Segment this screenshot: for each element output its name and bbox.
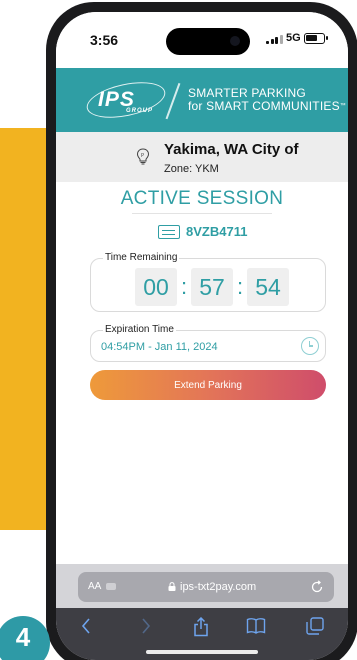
- expiration-time-label: Expiration Time: [103, 324, 176, 335]
- reload-icon[interactable]: [310, 580, 324, 594]
- bookmarks-icon[interactable]: [246, 617, 266, 635]
- location-bar: P Yakima, WA City of Zone: YKM: [56, 132, 348, 182]
- license-plate: 8VZB4711: [158, 224, 247, 239]
- brand-header: IPS GROUP SMARTER PARKING for SMART COMM…: [56, 68, 348, 132]
- extensions-icon[interactable]: [106, 583, 116, 590]
- svg-text:P: P: [141, 153, 144, 159]
- countdown-timer: 00 : 57 : 54: [135, 268, 289, 306]
- step-number-badge: 4: [0, 616, 50, 660]
- dynamic-island: [166, 28, 250, 55]
- brand-tagline: SMARTER PARKING for SMART COMMUNITIES™: [188, 86, 346, 113]
- zone-code: Zone: YKM: [164, 163, 219, 175]
- phone-frame: 3:56 5G IPS GROUP SMARTER PARKING for SM…: [46, 2, 357, 660]
- expiration-time-value: 04:54PM - Jan 11, 2024: [101, 341, 218, 353]
- url-text[interactable]: ips-txt2pay.com: [180, 581, 256, 593]
- network-type: 5G: [286, 32, 301, 44]
- text-size-button[interactable]: AA: [88, 581, 101, 592]
- lock-icon: [168, 582, 176, 591]
- camera-icon: [230, 36, 240, 46]
- time-remaining-card: Time Remaining 00 : 57 : 54: [90, 252, 326, 312]
- phone-screen: 3:56 5G IPS GROUP SMARTER PARKING for SM…: [56, 12, 348, 660]
- plate-number: 8VZB4711: [186, 224, 248, 239]
- back-icon[interactable]: [80, 617, 92, 635]
- parking-lightbulb-icon: P: [136, 148, 150, 165]
- status-time: 3:56: [90, 32, 119, 48]
- title-divider: [132, 213, 272, 214]
- city-name: Yakima, WA City of: [164, 141, 299, 158]
- seconds-value: 54: [247, 268, 289, 306]
- battery-icon: [304, 33, 328, 44]
- minutes-value: 57: [191, 268, 233, 306]
- url-field[interactable]: AA ips-txt2pay.com: [78, 572, 334, 602]
- time-remaining-label: Time Remaining: [103, 252, 180, 263]
- session-title: ACTIVE SESSION: [120, 188, 284, 209]
- time-separator: :: [180, 274, 188, 299]
- extend-parking-button[interactable]: Extend Parking: [90, 370, 326, 400]
- browser-address-bar: AA ips-txt2pay.com: [56, 564, 348, 608]
- tabs-icon[interactable]: [306, 617, 324, 635]
- hours-value: 00: [135, 268, 177, 306]
- license-plate-icon: [158, 224, 180, 239]
- status-bar: 3:56 5G: [56, 12, 348, 68]
- forward-icon[interactable]: [140, 617, 152, 635]
- browser-toolbar: [56, 608, 348, 660]
- signal-icon: [266, 34, 283, 44]
- ips-group-logo: IPS GROUP: [83, 76, 170, 124]
- share-icon[interactable]: [192, 617, 210, 637]
- time-separator: :: [236, 274, 244, 299]
- home-indicator[interactable]: [146, 650, 258, 654]
- clock-icon[interactable]: [301, 337, 319, 355]
- expiration-time-card: Expiration Time 04:54PM - Jan 11, 2024: [90, 324, 326, 362]
